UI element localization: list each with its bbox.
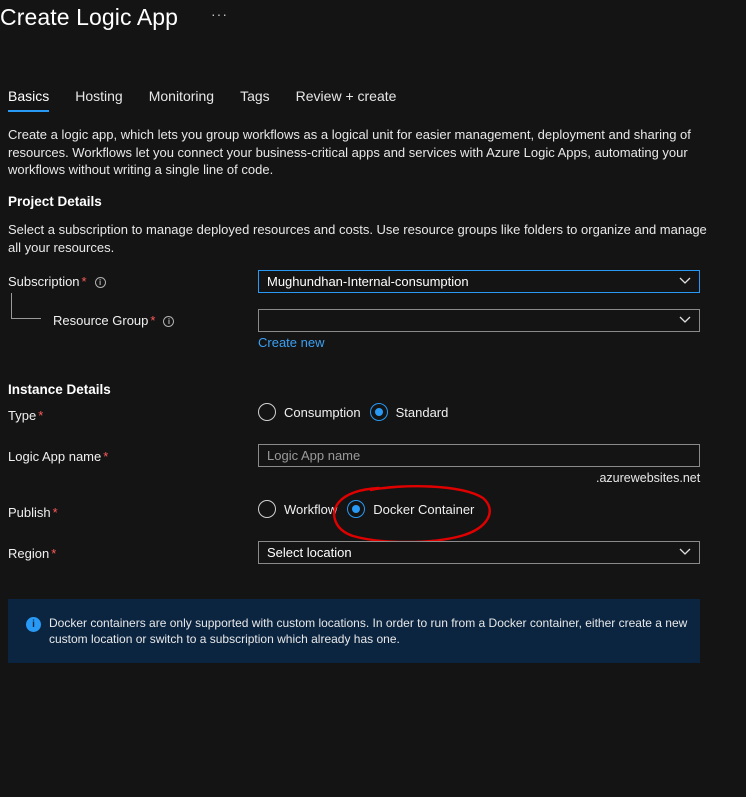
region-value: Select location: [267, 545, 352, 560]
type-radio-group: Consumption Standard: [258, 403, 457, 421]
tree-connector: [11, 293, 12, 318]
create-new-link[interactable]: Create new: [258, 335, 324, 350]
instance-details-heading: Instance Details: [8, 382, 111, 397]
required-marker: *: [103, 449, 109, 464]
radio-label: Standard: [395, 404, 449, 420]
type-label: Type: [8, 408, 37, 423]
subscription-value: Mughundhan-Internal-consumption: [267, 274, 469, 289]
region-label-row: Region *: [8, 546, 56, 561]
radio-label: Workflow: [284, 501, 338, 517]
required-marker: *: [38, 408, 44, 423]
required-marker: *: [150, 313, 156, 328]
subscription-dropdown[interactable]: Mughundhan-Internal-consumption: [258, 270, 700, 293]
logic-app-name-placeholder: Logic App name: [267, 448, 361, 463]
tab-bar: Basics Hosting Monitoring Tags Review + …: [8, 88, 422, 112]
tab-basics[interactable]: Basics: [8, 88, 50, 112]
publish-radio-group: Workflow Docker Container: [258, 500, 483, 518]
radio-button-selected[interactable]: [369, 403, 388, 421]
required-marker: *: [81, 274, 87, 289]
publish-option-workflow[interactable]: Workflow: [258, 500, 337, 518]
tab-tags[interactable]: Tags: [240, 88, 270, 112]
resource-group-label: Resource Group: [53, 313, 149, 328]
region-label: Region: [8, 546, 50, 561]
required-marker: *: [52, 505, 58, 520]
logic-app-name-label: Logic App name: [8, 449, 102, 464]
chevron-down-icon: [679, 316, 691, 323]
publish-label: Publish: [8, 505, 51, 520]
logic-app-name-label-row: Logic App name *: [8, 449, 108, 464]
resource-group-dropdown[interactable]: [258, 309, 700, 332]
type-option-standard[interactable]: Standard: [369, 403, 449, 421]
radio-button-selected[interactable]: [347, 500, 366, 518]
chevron-down-icon: [679, 277, 691, 284]
tab-hosting[interactable]: Hosting: [75, 88, 122, 112]
tab-monitoring[interactable]: Monitoring: [149, 88, 214, 112]
resource-group-label-row: Resource Group * i: [53, 313, 175, 328]
project-details-text: Select a subscription to manage deployed…: [8, 222, 707, 255]
info-banner-text: Docker containers are only supported wit…: [49, 616, 688, 646]
tab-review-create[interactable]: Review + create: [296, 88, 397, 112]
tree-connector: [11, 318, 41, 319]
more-options-icon[interactable]: ···: [211, 6, 228, 22]
info-icon: i: [26, 617, 41, 632]
type-option-consumption[interactable]: Consumption: [258, 403, 361, 421]
info-icon[interactable]: i: [163, 316, 175, 327]
required-marker: *: [51, 546, 57, 561]
radio-button[interactable]: [258, 403, 276, 421]
info-icon[interactable]: i: [94, 277, 106, 288]
radio-button[interactable]: [258, 500, 276, 518]
domain-suffix: .azurewebsites.net: [596, 471, 701, 485]
publish-option-docker-container[interactable]: Docker Container: [347, 500, 474, 518]
page-description: Create a logic app, which lets you group…: [8, 127, 691, 177]
region-dropdown[interactable]: Select location: [258, 541, 700, 564]
radio-label: Consumption: [284, 404, 361, 420]
subscription-label-row: Subscription * i: [8, 274, 106, 289]
info-banner: i Docker containers are only supported w…: [8, 599, 700, 663]
radio-label: Docker Container: [373, 501, 475, 517]
project-details-heading: Project Details: [8, 194, 102, 209]
type-label-row: Type *: [8, 408, 43, 423]
chevron-down-icon: [679, 548, 691, 555]
logic-app-name-input[interactable]: Logic App name: [258, 444, 700, 467]
publish-label-row: Publish *: [8, 505, 58, 520]
subscription-label: Subscription: [8, 274, 80, 289]
page-title: Create Logic App: [0, 4, 179, 30]
